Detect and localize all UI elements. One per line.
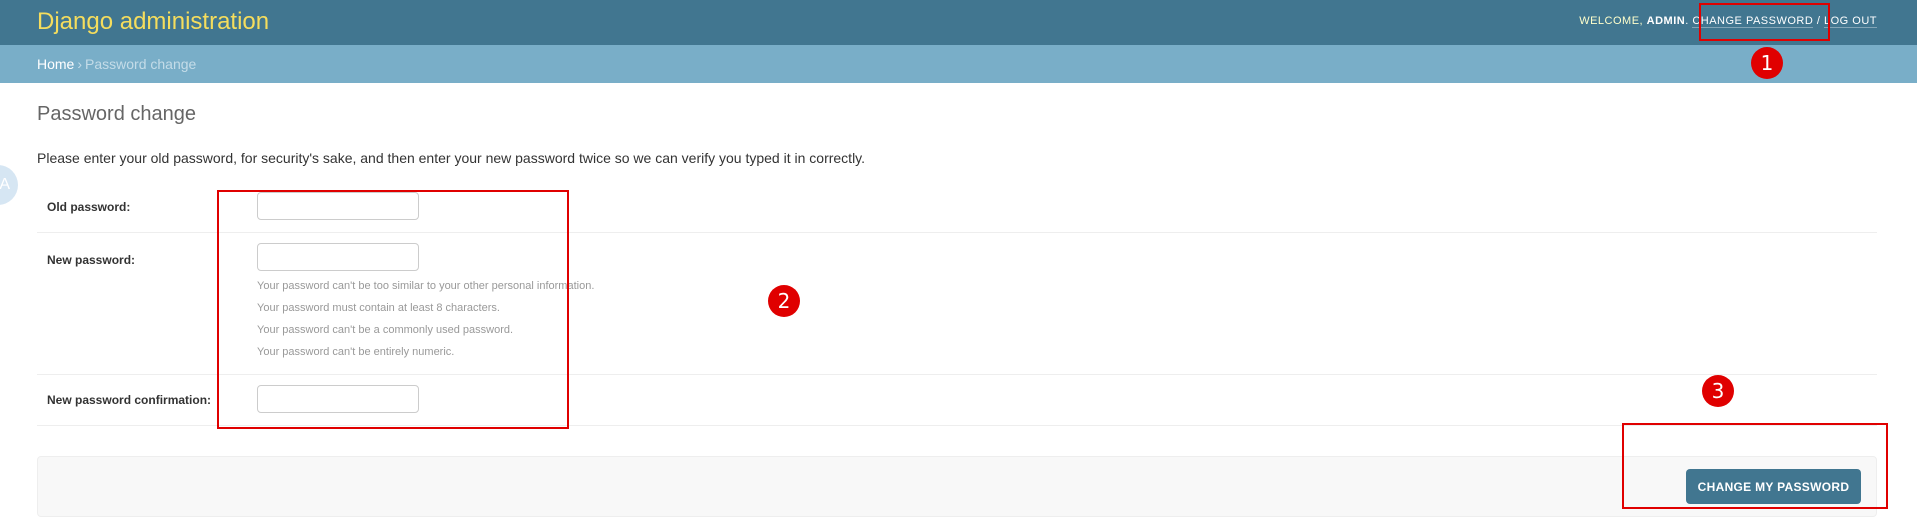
new-password-input[interactable] [257,243,419,271]
annotation-marker-2: 2 [768,285,800,317]
separator: / [1813,15,1824,27]
annotation-marker-3: 3 [1702,375,1734,407]
new-password-label: New password: [47,253,136,267]
logout-link[interactable]: LOG OUT [1823,15,1877,28]
change-my-password-button[interactable]: CHANGE MY PASSWORD [1686,469,1861,504]
form-row-new-password: New password: Your password can't be too… [37,233,1877,375]
page-title: Password change [37,103,196,125]
password-help-item: Your password can't be too similar to yo… [257,280,595,292]
site-branding[interactable]: Django administration [37,8,269,36]
form-row-confirm-password: New password confirmation: [37,375,1877,426]
old-password-input[interactable] [257,192,419,220]
intro-text: Please enter your old password, for secu… [37,150,866,166]
annotation-marker-1: 1 [1751,47,1783,79]
old-password-label: Old password: [47,200,131,214]
username: ADMIN [1646,15,1686,27]
password-help-item: Your password can't be entirely numeric. [257,346,455,358]
breadcrumb: Home › Password change [0,45,1917,83]
breadcrumb-separator: › [77,56,83,72]
header: Django administration WELCOME, ADMIN. CH… [0,0,1917,45]
confirm-password-input[interactable] [257,385,419,413]
welcome-text: WELCOME, [1579,15,1647,27]
submit-row: CHANGE MY PASSWORD [37,456,1877,517]
breadcrumb-current: Password change [85,56,197,72]
user-tools: WELCOME, ADMIN. CHANGE PASSWORD / LOG OU… [1579,14,1877,28]
password-help-item: Your password can't be a commonly used p… [257,324,514,336]
password-help-item: Your password must contain at least 8 ch… [257,302,500,314]
side-avatar-badge: A [0,165,18,205]
password-help-list: Your password can't be too similar to yo… [257,275,594,363]
form-row-old-password: Old password: [37,185,1877,233]
confirm-password-label: New password confirmation: [47,393,212,407]
breadcrumb-home-link[interactable]: Home [37,56,74,72]
change-password-link[interactable]: CHANGE PASSWORD [1692,15,1814,28]
